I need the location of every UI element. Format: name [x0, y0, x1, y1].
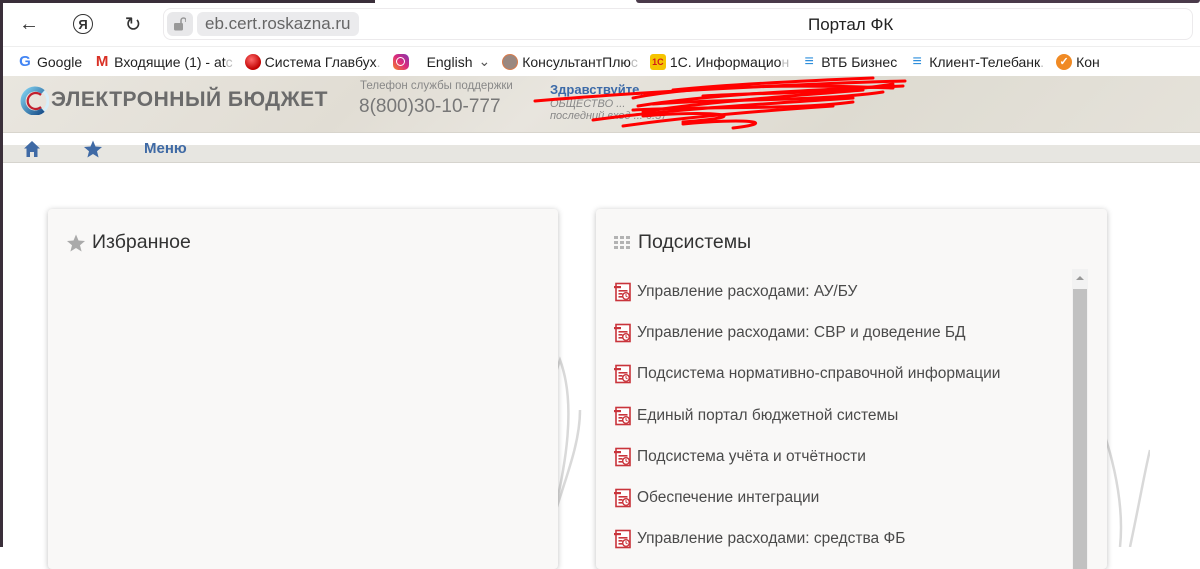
subsystem-document-icon	[614, 488, 631, 508]
bookmark-label: Кон	[1076, 53, 1100, 70]
subsystem-item[interactable]: Единый портал бюджетной системы	[613, 395, 1073, 436]
bookmark-label-fade: c	[225, 53, 233, 70]
subsystem-item[interactable]: Управление расходами: СВР и доведение БД	[613, 312, 1073, 353]
instagram-icon	[392, 53, 409, 70]
electronic-budget-logo-icon	[20, 86, 49, 115]
address-bar-row: ← Я ↻ eb.cert.roskazna.ru Портал ФК	[3, 6, 1200, 42]
home-icon[interactable]	[23, 140, 41, 158]
bookmarks-bar: G Google M Входящие (1) - at c Система Гл…	[3, 46, 1200, 76]
bookmark-label: 1С. Информацио	[669, 53, 782, 70]
support-phone-label: Телефон службы поддержки	[360, 80, 513, 92]
subsystem-document-icon	[614, 406, 631, 425]
star-icon	[67, 234, 85, 251]
bookmark-label: Входящие (1) - at	[114, 53, 226, 70]
consultant-icon	[502, 53, 519, 70]
logo-text: ЭЛЕКТРОННЫЙ БЮДЖЕТ	[51, 88, 328, 111]
subsystems-scrollbar[interactable]	[1072, 269, 1088, 569]
scroll-up-arrow-icon[interactable]	[1072, 269, 1088, 287]
bookmark-label: КонсультантПлю	[522, 53, 631, 70]
subsystems-list: Управление расходами: АУ/БУ Управление р…	[613, 271, 1073, 560]
google-icon: G	[19, 53, 31, 70]
subsystem-item-label: Управление расходами: АУ/БУ	[637, 282, 858, 300]
scrollbar-thumb[interactable]	[1073, 289, 1087, 569]
reload-button[interactable]: ↻	[119, 10, 147, 38]
chevron-down-icon: ⌄	[478, 53, 491, 69]
subsystem-item-label: Управление расходами: средства ФБ	[637, 530, 906, 548]
bookmark-gmail-inbox[interactable]: M Входящие (1) - at c	[94, 53, 233, 70]
menu-link[interactable]: Меню	[144, 140, 187, 157]
bookmark-consultant[interactable]: КонсультантПлю с	[502, 53, 638, 70]
bookmark-label: Google	[37, 53, 83, 70]
subsystem-item[interactable]: Управление расходами: средства ФБ	[613, 519, 1073, 560]
redaction-scribble	[533, 76, 907, 130]
url-text[interactable]: eb.cert.roskazna.ru	[197, 12, 359, 36]
window-frame-edge	[636, 0, 1200, 3]
bookmark-glavbukh[interactable]: Система Главбух.	[244, 53, 381, 70]
bookmark-folder-english[interactable]: English ⌄	[427, 53, 491, 70]
subsystem-item[interactable]: Подсистема учёта и отчётности	[613, 436, 1073, 477]
gmail-icon: M	[95, 53, 109, 70]
bookmark-google[interactable]: G Google	[17, 53, 83, 70]
bookmark-label-fade: .	[1040, 53, 1045, 70]
grid-icon	[614, 235, 630, 250]
subsystem-document-icon	[614, 530, 631, 549]
bookmark-label-fade: .	[376, 53, 381, 70]
bookmark-label: Система Главбух	[264, 53, 377, 70]
back-arrow-icon: ←	[19, 12, 39, 35]
subsystem-document-icon	[614, 447, 631, 467]
window-frame-edge	[0, 0, 375, 3]
subsystems-panel: Подсистемы Управление расходами: АУ/БУ У…	[596, 209, 1107, 569]
favorites-panel-title: Избранное	[66, 231, 191, 254]
reload-icon: ↻	[124, 13, 142, 36]
subsystem-document-icon	[614, 323, 631, 343]
bookmark-client-telebank[interactable]: ≡ Клиент-Телебанк.	[909, 52, 1045, 70]
vtb-icon: ≡	[912, 52, 922, 70]
bookmark-label-fade: с	[630, 53, 638, 70]
vtb-icon: ≡	[804, 52, 814, 70]
unlocked-padlock-icon	[174, 17, 186, 31]
favorites-panel: Избранное	[48, 209, 558, 569]
yandex-button[interactable]: Я	[69, 10, 97, 38]
subsystem-item[interactable]: Подсистема нормативно-справочной информа…	[613, 354, 1073, 395]
bookmark-label: Клиент-Телебанк	[929, 53, 1041, 70]
subsystem-item-label: Управление расходами: СВР и доведение БД	[637, 323, 966, 341]
subsystem-item-label: Подсистема учёта и отчётности	[637, 447, 866, 465]
browser-window: ← Я ↻ eb.cert.roskazna.ru Портал ФК G Go…	[0, 0, 1200, 569]
window-frame-left	[0, 0, 3, 547]
site-nav-bar: Меню	[3, 133, 1200, 163]
kontur-icon: ✓	[1056, 53, 1073, 70]
bookmark-label: English	[426, 53, 473, 70]
subsystems-title-text: Подсистемы	[638, 231, 752, 253]
subsystem-item[interactable]: Управление расходами: АУ/БУ	[613, 271, 1073, 312]
subsystem-item-label: Обеспечение интеграции	[637, 489, 820, 507]
subsystem-item-label: Единый портал бюджетной системы	[637, 406, 899, 424]
favorites-star-icon[interactable]	[83, 139, 103, 159]
subsystem-document-icon	[614, 364, 631, 384]
back-button[interactable]: ←	[15, 10, 43, 38]
bookmark-label-fade: н	[781, 53, 790, 70]
subsystem-item[interactable]: Обеспечение интеграции	[613, 477, 1073, 518]
1c-icon: 1С	[649, 53, 666, 70]
bookmark-vtb-business[interactable]: ≡ ВТБ Бизнес	[801, 52, 898, 70]
bookmark-kontur[interactable]: ✓ Кон	[1056, 53, 1100, 70]
favorites-title-text: Избранное	[92, 231, 191, 253]
bookmark-1c[interactable]: 1С 1С. Информацио н	[649, 53, 790, 70]
yandex-icon: Я	[73, 14, 93, 34]
glavbukh-icon	[244, 53, 261, 70]
site-logo[interactable]: ЭЛЕКТРОННЫЙ БЮДЖЕТ	[19, 85, 328, 115]
page-title: Портал ФК	[808, 15, 894, 34]
subsystem-item-label: Подсистема нормативно-справочной информа…	[637, 365, 1001, 383]
site-header: ЭЛЕКТРОННЫЙ БЮДЖЕТ Телефон службы поддер…	[3, 76, 1200, 133]
subsystems-panel-title: Подсистемы	[614, 231, 751, 254]
site-security-button[interactable]	[167, 12, 193, 36]
bookmark-instagram[interactable]	[392, 53, 413, 70]
bookmark-label: ВТБ Бизнес	[821, 53, 898, 70]
support-phone-number: 8(800)30-10-777	[359, 96, 501, 117]
subsystem-document-icon	[614, 282, 631, 301]
